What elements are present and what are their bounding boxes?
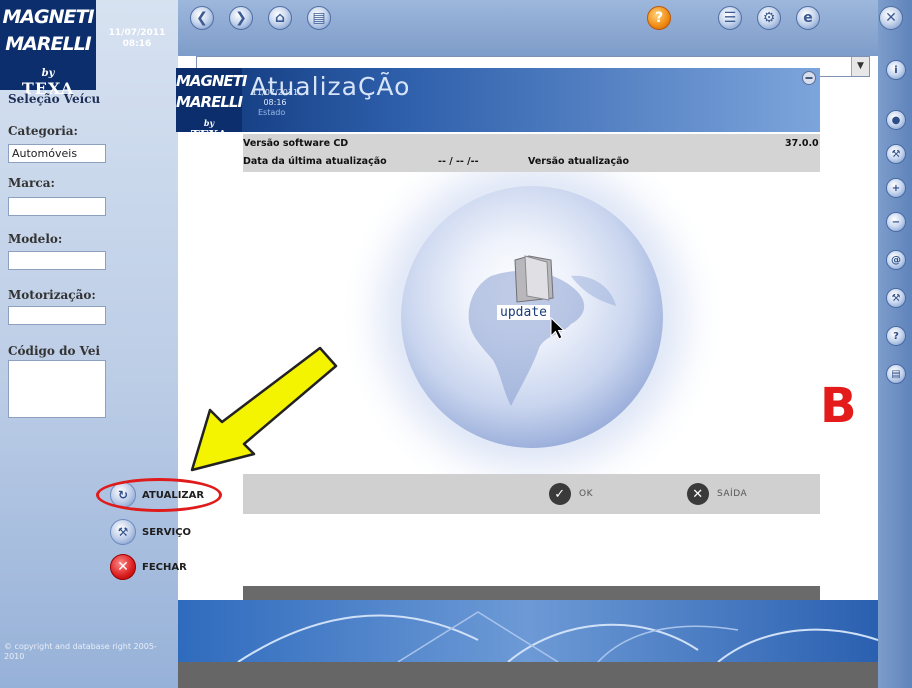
copyright-text: © copyright and database right 2005-2010: [4, 642, 157, 661]
ok-button[interactable]: ✓ OK: [549, 483, 593, 505]
datetime-display: 11/07/2011 08:16: [96, 28, 178, 50]
print-icon[interactable]: ▤: [307, 6, 331, 30]
dialog-header: MAGNETI MARELLI by TEXA 11/07/2011 08:16…: [176, 68, 820, 142]
background-red-glyph: B: [820, 378, 857, 434]
logo-line1: MAGNETI: [2, 6, 94, 28]
close-icon[interactable]: ✕: [879, 6, 903, 30]
bottom-status-bar: [178, 662, 878, 688]
update-icon-label[interactable]: update: [497, 305, 550, 320]
dialog-logo: MAGNETI MARELLI by TEXA: [176, 68, 247, 142]
logo-line2: MARELLI: [5, 33, 92, 55]
wrench-icon[interactable]: ⚒: [886, 144, 906, 164]
settings-icon[interactable]: ⚙: [757, 6, 781, 30]
magneti-marelli-texa-logo: MAGNETI MARELLI by TEXA: [0, 0, 96, 98]
dialog-button-bar: ✓ OK ✕ SAÍDA: [243, 474, 820, 514]
logo-by: by: [41, 68, 55, 79]
tools-icon[interactable]: ⚒: [886, 288, 906, 308]
vehicle-code-field[interactable]: [8, 360, 106, 418]
dialog-minimize-icon[interactable]: [802, 71, 816, 85]
cd-version-value: 37.0.0: [785, 138, 819, 149]
last-update-value: -- / -- /--: [438, 156, 479, 167]
service-icon: ⚒: [110, 519, 136, 545]
plus-icon[interactable]: +: [886, 178, 906, 198]
cd-version-label: Versão software CD: [243, 138, 349, 149]
dialog-logo-by: by: [203, 118, 215, 128]
last-update-label: Data da última atualização: [243, 156, 387, 167]
help-icon[interactable]: ?: [647, 6, 671, 30]
sidebar-title: Seleção Veícu: [8, 92, 101, 106]
update-version-label: Versão atualização: [528, 156, 630, 167]
exit-button-label: SAÍDA: [717, 489, 748, 499]
model-label: Modelo:: [8, 232, 63, 246]
home-icon[interactable]: ⌂: [268, 6, 292, 30]
minus-icon[interactable]: −: [886, 212, 906, 232]
language-icon[interactable]: ☰: [718, 6, 742, 30]
close-x-icon: ✕: [110, 554, 136, 580]
brand-label: Marca:: [8, 176, 55, 190]
motorbike-banner: [178, 600, 878, 662]
chevron-down-icon[interactable]: ▼: [851, 57, 869, 76]
printer-icon[interactable]: ▤: [886, 364, 906, 384]
dialog-logo-line2: MARELLI: [176, 93, 243, 111]
engine-field[interactable]: [8, 306, 106, 325]
back-icon[interactable]: ❮: [190, 6, 214, 30]
ok-button-label: OK: [579, 489, 593, 499]
update-info-panel: Versão software CD 37.0.0 Data da última…: [243, 134, 820, 172]
dialog-footer-bar: [243, 586, 820, 600]
brand-field[interactable]: [8, 197, 106, 216]
model-field[interactable]: [8, 251, 106, 270]
checkmark-icon: ✓: [549, 483, 571, 505]
dialog-title: AtualizaÇÃo: [250, 72, 411, 101]
dialog-empty-area: [243, 514, 820, 586]
at-icon[interactable]: @: [886, 250, 906, 270]
mouse-cursor-icon: [550, 317, 566, 340]
yellow-arrow-annotation: [190, 346, 338, 472]
info-icon[interactable]: i: [886, 60, 906, 80]
car-icon[interactable]: ●: [886, 110, 906, 130]
dialog-logo-texa: TEXA: [190, 128, 228, 142]
dialog-subtitle: Estado: [258, 108, 286, 117]
dialog-logo-line1: MAGNETI: [176, 72, 247, 90]
category-field[interactable]: Automóveis: [8, 144, 106, 163]
banner-drawing: [237, 611, 878, 662]
update-dialog: MAGNETI MARELLI by TEXA 11/07/2011 08:16…: [176, 68, 820, 602]
vehicle-code-label: Código do Vei: [8, 344, 101, 358]
date-text: 11/07/2011: [108, 28, 166, 38]
exit-button[interactable]: ✕ SAÍDA: [687, 483, 747, 505]
globe-image: update: [401, 186, 663, 448]
update-folder-icon[interactable]: [511, 252, 557, 304]
close-x-icon: ✕: [687, 483, 709, 505]
category-label: Categoria:: [8, 124, 78, 138]
internet-explorer-icon[interactable]: e: [796, 6, 820, 30]
question-tools-icon[interactable]: ?: [886, 326, 906, 346]
engine-label: Motorização:: [8, 288, 96, 302]
time-text: 08:16: [122, 39, 152, 49]
forward-icon[interactable]: ❯: [229, 6, 253, 30]
